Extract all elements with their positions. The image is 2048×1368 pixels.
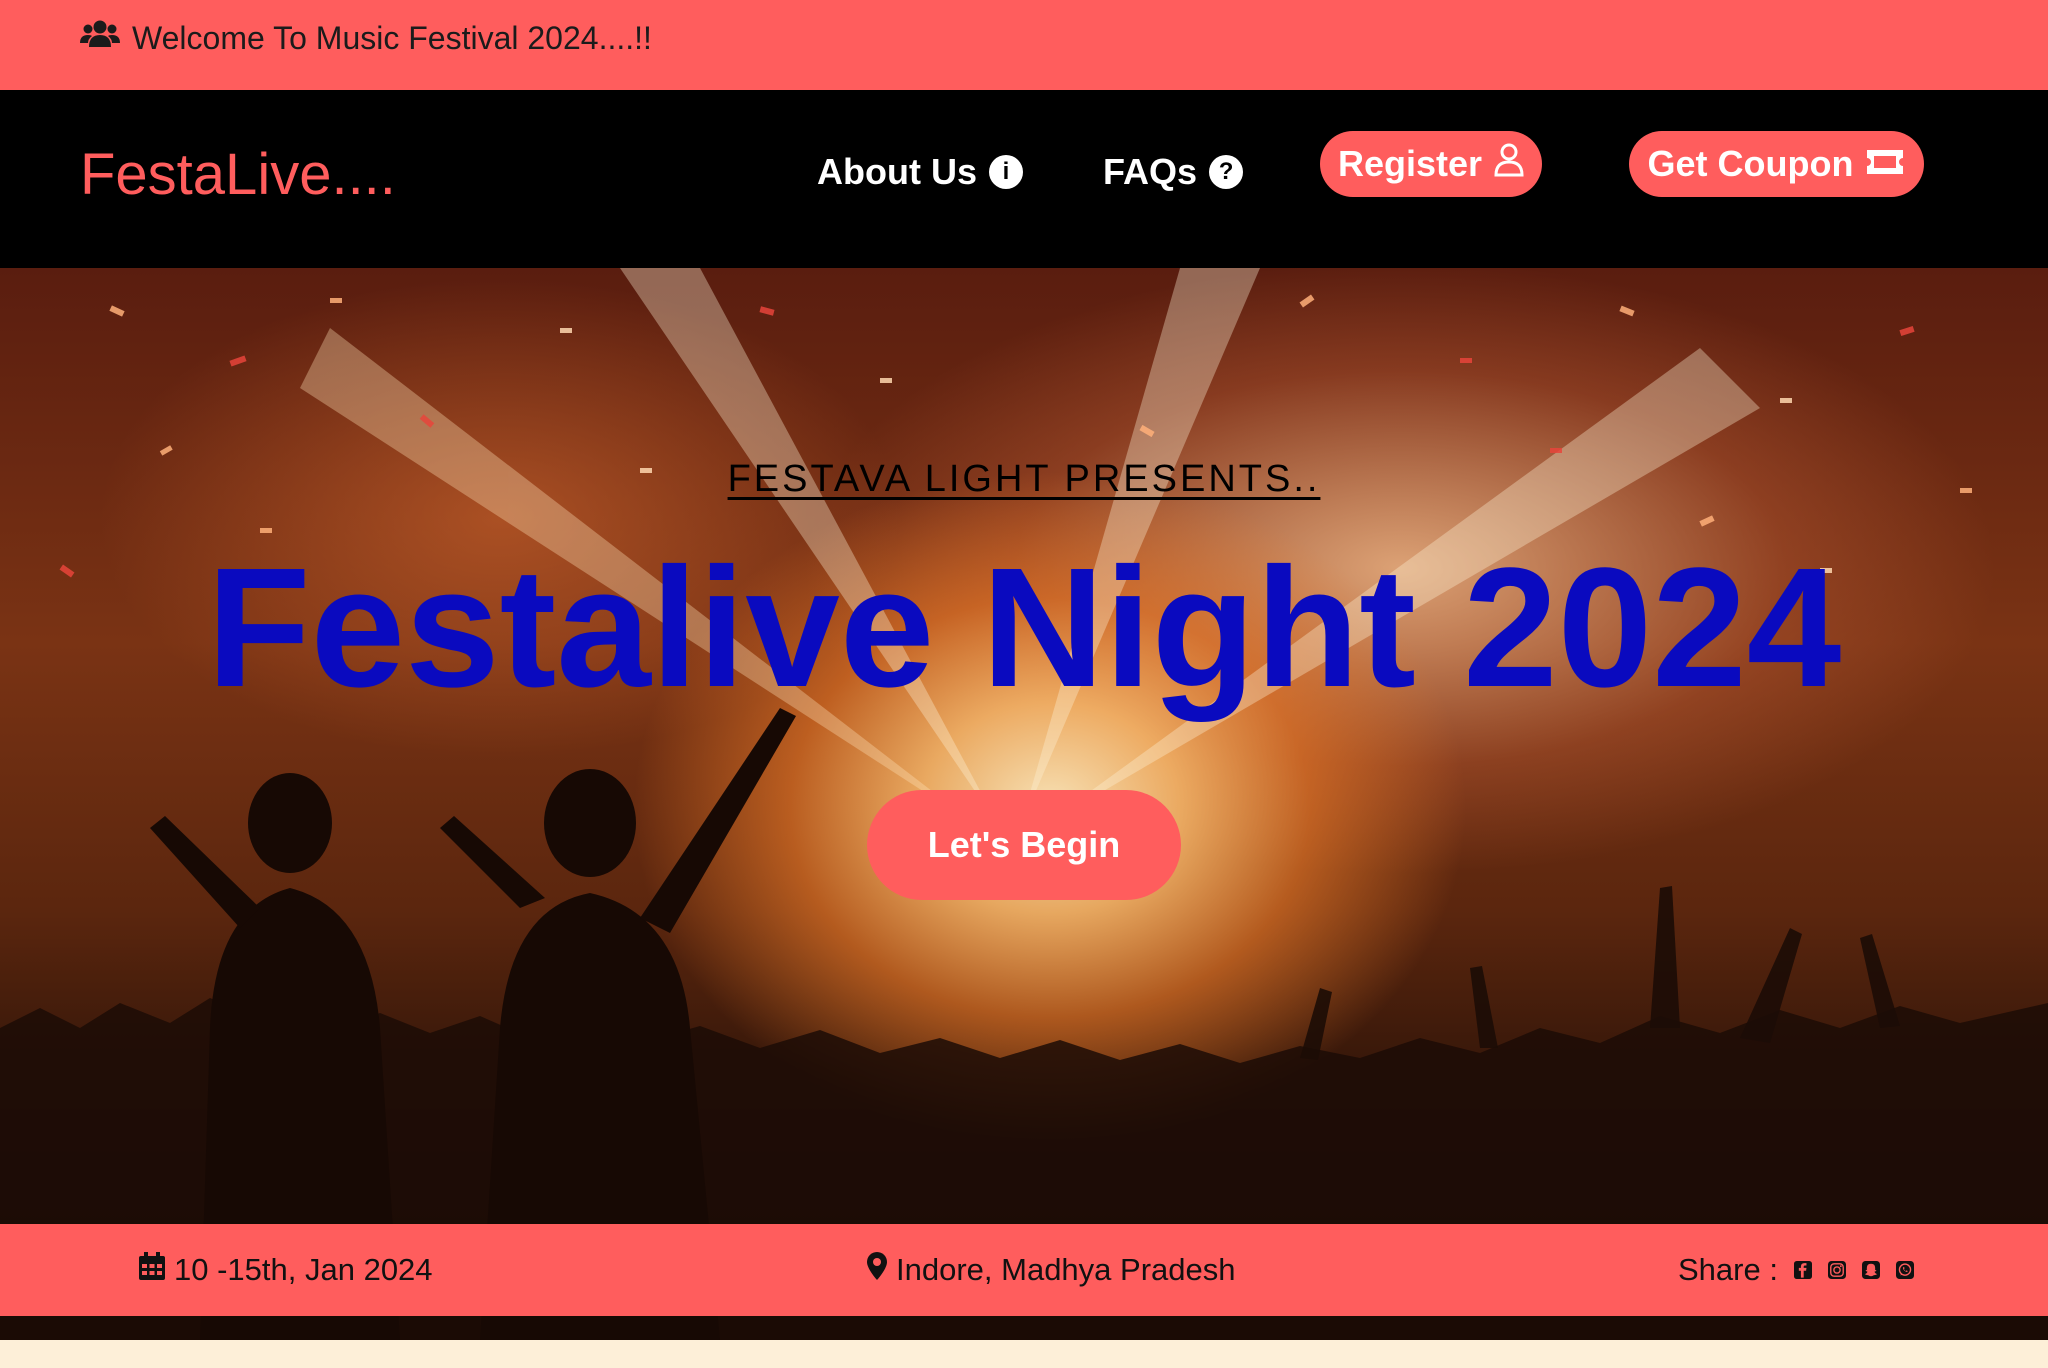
nav-faqs[interactable]: FAQs ? [1103,140,1244,204]
announcement-text: Welcome To Music Festival 2024....!! [132,19,652,56]
snapchat-icon[interactable] [1861,1257,1888,1283]
navbar: FestaLive.... About Us i FAQs ? Register… [0,90,2048,268]
register-button[interactable]: Register [1320,131,1542,197]
share-label: Share : [1678,1252,1778,1287]
get-coupon-button[interactable]: Get Coupon [1629,131,1924,197]
register-label: Register [1337,143,1483,184]
event-date: 10 -15th, Jan 2024 [138,1224,433,1316]
event-date-text: 10 -15th, Jan 2024 [174,1252,433,1287]
question-icon: ? [1209,155,1244,189]
map-pin-icon [866,1251,896,1289]
share-icons [1786,1257,1922,1283]
users-icon [80,19,132,57]
brand-logo[interactable]: FestaLive.... [80,140,396,210]
hero-section: FESTAVA LIGHT PRESENTS.. Festalive Night… [0,268,2048,1340]
event-location: Indore, Madhya Pradesh [866,1224,1236,1316]
instagram-icon[interactable] [1827,1257,1854,1283]
event-location-text: Indore, Madhya Pradesh [896,1252,1236,1287]
announcement: Welcome To Music Festival 2024....!! [80,18,652,58]
event-info-bar: 10 -15th, Jan 2024 Indore, Madhya Prades… [0,1224,2048,1316]
calendar-icon [138,1251,174,1289]
coupon-label: Get Coupon [1647,143,1854,184]
share-section: Share : [1678,1224,1922,1316]
info-icon: i [988,155,1023,189]
page-bottom-strip [0,1340,2048,1368]
presents-subtitle: FESTAVA LIGHT PRESENTS.. [727,458,1321,500]
hero-title: Festalive Night 2024 [206,533,1842,723]
nav-about-label: About Us [817,151,977,192]
announcement-bar: Welcome To Music Festival 2024....!! [0,0,2048,90]
whatsapp-icon[interactable] [1895,1257,1922,1283]
facebook-icon[interactable] [1793,1257,1820,1283]
nav-faq-label: FAQs [1103,151,1198,192]
lets-begin-button[interactable]: Let's Begin [867,790,1181,900]
user-icon [1482,143,1524,186]
ticket-icon [1853,143,1905,185]
nav-about-us[interactable]: About Us i [817,140,1023,204]
